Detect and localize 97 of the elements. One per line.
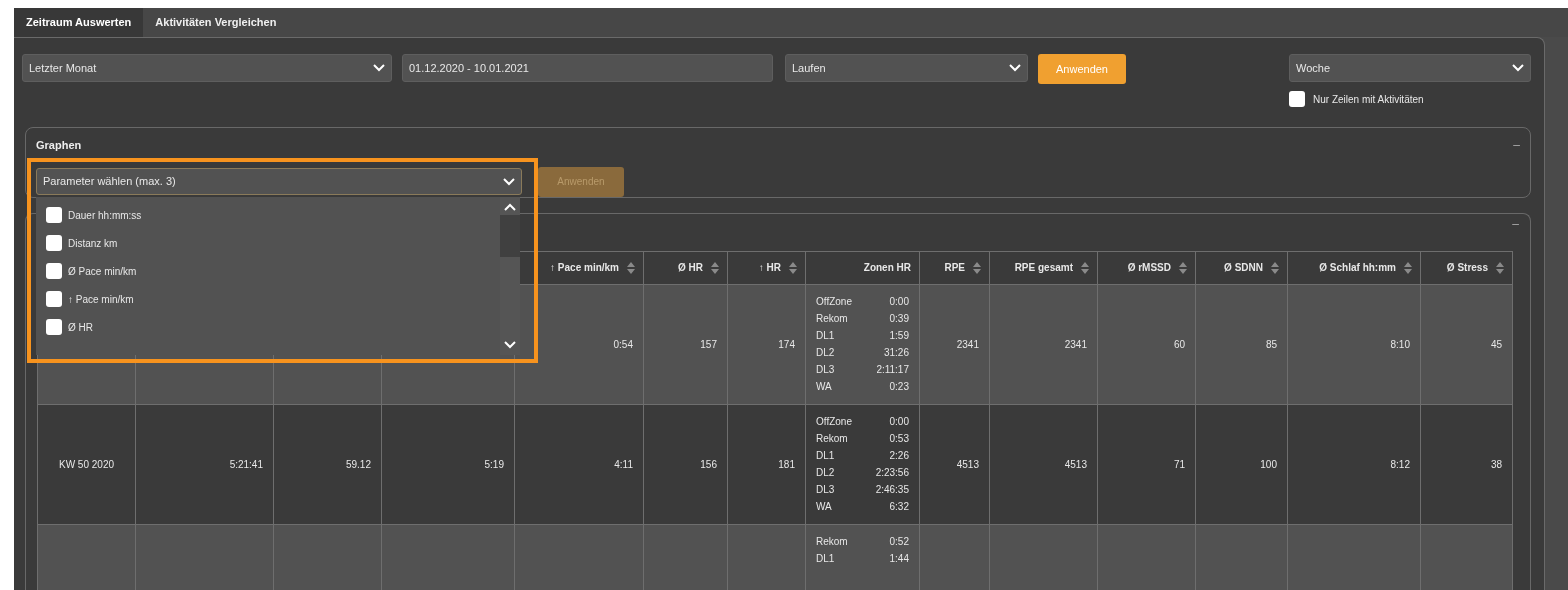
table-cell: 0:54: [514, 284, 644, 404]
zone-name: WA: [816, 499, 832, 514]
column-header[interactable]: Ø Stress: [1420, 251, 1513, 284]
table-cell: 156: [643, 404, 728, 524]
zone-time: 1:44: [889, 551, 909, 566]
range-select[interactable]: Letzter Monat: [22, 54, 392, 82]
checkbox-label: Nur Zeilen mit Aktivitäten: [1313, 92, 1424, 107]
chevron-down-icon: [503, 177, 515, 186]
sort-icon[interactable]: [627, 261, 635, 274]
column-header[interactable]: Ø HR: [643, 251, 728, 284]
zone-name: DL1: [816, 328, 835, 343]
sort-icon[interactable]: [711, 261, 719, 274]
zone-time: 6:32: [889, 499, 909, 514]
table-cell: 4513: [919, 404, 990, 524]
zone-time: 0:23: [889, 379, 909, 394]
sort-icon[interactable]: [973, 261, 981, 274]
scrollbar-thumb[interactable]: [500, 215, 520, 257]
table-cell: 157: [643, 284, 728, 404]
table-cell: 71: [1097, 404, 1196, 524]
zone-time: 2:11:17: [876, 362, 909, 377]
option-label[interactable]: Ø HR: [68, 319, 93, 335]
option-label[interactable]: Distanz km: [68, 235, 118, 251]
chevron-down-icon: [1009, 64, 1021, 72]
table-cell: 8:12: [1287, 404, 1421, 524]
table-cell: KW 50 2020: [37, 404, 136, 524]
table-cell: 8:10: [1287, 284, 1421, 404]
sort-icon[interactable]: [1081, 261, 1089, 274]
table-cell: 45: [1420, 284, 1513, 404]
table-cell: 85: [1195, 284, 1288, 404]
column-header[interactable]: RPE: [919, 251, 990, 284]
checkbox[interactable]: [46, 291, 62, 307]
column-header[interactable]: RPE gesamt: [989, 251, 1098, 284]
zone-time: 2:46:35: [875, 482, 909, 497]
zone-name: OffZone: [816, 414, 852, 429]
sort-icon[interactable]: [1179, 261, 1187, 274]
table-cell: 4513: [989, 404, 1098, 524]
table-cell: 2341: [919, 284, 990, 404]
zone-time: 0:53: [889, 431, 909, 446]
table-cell: 100: [1195, 404, 1288, 524]
table-cell: 59.12: [273, 404, 382, 524]
table-cell: 60: [1097, 284, 1196, 404]
chevron-down-icon: [1512, 64, 1524, 72]
parameter-select[interactable]: Parameter wählen (max. 3): [36, 168, 522, 195]
tab[interactable]: Aktivitäten Vergleichen: [143, 8, 289, 37]
panel-title: Graphen: [36, 138, 82, 153]
zone-time: 0:00: [889, 294, 909, 309]
chevron-up-icon: [504, 203, 516, 211]
zone-time: 31:26: [883, 345, 909, 360]
sport-select[interactable]: Laufen: [785, 54, 1028, 82]
zone-name: DL3: [816, 362, 835, 377]
zone-time: 2:23:56: [875, 465, 909, 480]
option-label[interactable]: ↑ Pace min/km: [68, 291, 134, 307]
zone-name: Rekom: [816, 311, 848, 326]
tab[interactable]: Zeitraum Auswerten: [14, 8, 144, 37]
zone-name: Rekom: [816, 534, 848, 549]
zone-name: WA: [816, 379, 832, 394]
collapse-button[interactable]: –: [1513, 139, 1520, 152]
sort-icon[interactable]: [1496, 261, 1504, 274]
column-header[interactable]: ↑ HR: [727, 251, 806, 284]
zone-time: 0:52: [889, 534, 909, 549]
table-cell: 38: [1420, 404, 1513, 524]
collapse-button[interactable]: –: [1512, 217, 1519, 251]
checkbox[interactable]: [46, 235, 62, 251]
zone-name: DL2: [816, 465, 835, 480]
zone-name: DL1: [816, 551, 835, 566]
chevron-down-icon: [373, 64, 385, 72]
grouping-select[interactable]: Woche: [1289, 54, 1531, 82]
table-cell: 4:11: [514, 404, 644, 524]
column-header[interactable]: Ø Schlaf hh:mm: [1287, 251, 1421, 284]
checkbox[interactable]: [46, 319, 62, 335]
zone-name: DL2: [816, 345, 835, 360]
zone-time: 0:39: [889, 311, 909, 326]
checkbox[interactable]: [46, 207, 62, 223]
checkbox[interactable]: [1289, 91, 1305, 107]
table-cell: 5:19: [381, 404, 515, 524]
zone-name: DL3: [816, 482, 835, 497]
sort-icon[interactable]: [1404, 261, 1412, 274]
chevron-down-icon: [504, 341, 516, 349]
table-cell: 174: [727, 284, 806, 404]
zone-name: OffZone: [816, 294, 852, 309]
table-cell: 2341: [989, 284, 1098, 404]
zone-time: 2:26: [889, 448, 909, 463]
column-header[interactable]: Ø SDNN: [1195, 251, 1288, 284]
option-label[interactable]: Dauer hh:mm:ss: [68, 207, 142, 223]
table-cell: 5:21:41: [135, 404, 274, 524]
zone-time: 1:59: [889, 328, 909, 343]
zone-name: Rekom: [816, 431, 848, 446]
sort-icon[interactable]: [789, 261, 797, 274]
checkbox[interactable]: [46, 263, 62, 279]
option-label[interactable]: Ø Pace min/km: [68, 263, 137, 279]
date-range-field[interactable]: 01.12.2020 - 10.01.2021: [402, 54, 773, 82]
sort-icon[interactable]: [1271, 261, 1279, 274]
zone-time: 0:00: [889, 414, 909, 429]
table-cell: 181: [727, 404, 806, 524]
column-header[interactable]: Ø rMSSD: [1097, 251, 1196, 284]
column-header[interactable]: Zonen HR: [805, 251, 920, 284]
zone-name: DL1: [816, 448, 835, 463]
